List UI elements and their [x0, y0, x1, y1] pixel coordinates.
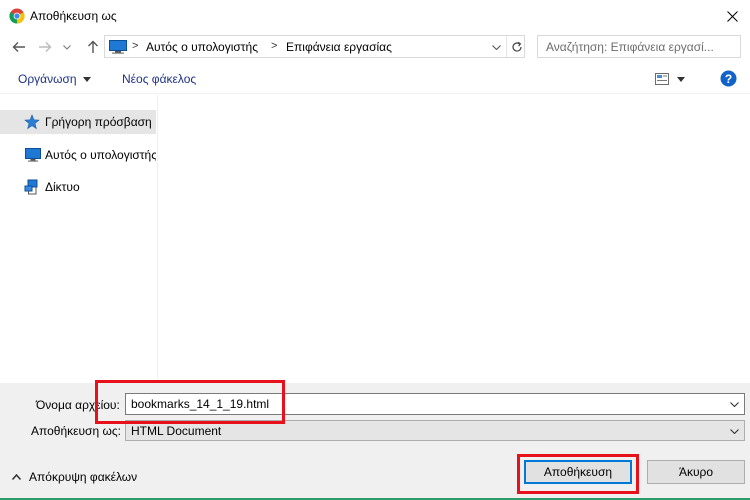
star-icon: [24, 114, 40, 130]
close-icon: [726, 10, 738, 22]
savetype-dropdown-button[interactable]: [727, 424, 741, 438]
help-icon: ?: [720, 70, 737, 87]
recent-locations-button[interactable]: [60, 37, 74, 57]
view-options-button[interactable]: [655, 71, 691, 87]
save-panel: Όνομα αρχείου: bookmarks_14_1_19.html Απ…: [0, 383, 750, 500]
svg-text:?: ?: [725, 72, 732, 86]
sidebar-item-this-pc[interactable]: Αυτός ο υπολογιστής: [0, 143, 156, 167]
sidebar-item-label: Δίκτυο: [45, 180, 80, 194]
organize-label: Οργάνωση: [18, 72, 77, 86]
savetype-value: HTML Document: [131, 424, 222, 438]
breadcrumb-desktop[interactable]: Επιφάνεια εργασίας: [286, 40, 392, 54]
savetype-select[interactable]: HTML Document: [125, 420, 745, 441]
sidebar-item-network[interactable]: Δίκτυο: [0, 175, 156, 199]
title-bar: Αποθήκευση ως: [0, 0, 750, 32]
sidebar-item-label: Γρήγορη πρόσβαση: [45, 115, 152, 129]
breadcrumb-separator-icon: >: [271, 40, 278, 52]
filename-label: Όνομα αρχείου:: [36, 398, 120, 412]
address-bar[interactable]: > Αυτός ο υπολογιστής > Επιφάνεια εργασί…: [104, 35, 525, 58]
chevron-up-icon: [12, 474, 21, 480]
window-title: Αποθήκευση ως: [30, 9, 117, 23]
new-folder-button[interactable]: Νέος φάκελος: [122, 72, 196, 86]
chevron-down-icon: [729, 401, 739, 407]
back-button[interactable]: [9, 37, 29, 57]
help-button[interactable]: ?: [720, 70, 737, 90]
chevron-down-icon: [63, 44, 71, 50]
triangle-down-icon: [82, 76, 91, 82]
savetype-label: Αποθήκευση ως:: [31, 424, 121, 438]
arrow-up-icon: [88, 40, 98, 53]
navigation-pane: Γρήγορη πρόσβαση Αυτός ο υπολογιστής Δίκ…: [0, 95, 158, 383]
filename-dropdown-button[interactable]: [727, 397, 741, 411]
organize-button[interactable]: Οργάνωση: [18, 72, 91, 86]
network-icon: [24, 179, 38, 195]
chevron-down-icon: [729, 428, 739, 434]
filename-input[interactable]: bookmarks_14_1_19.html: [125, 393, 745, 415]
refresh-icon: [511, 41, 522, 52]
save-label: Αποθήκευση: [543, 465, 613, 479]
hide-folders-button[interactable]: Απόκρυψη φακέλων: [12, 470, 137, 484]
address-history-dropdown[interactable]: [488, 38, 504, 56]
forward-button[interactable]: [35, 37, 55, 57]
filename-value: bookmarks_14_1_19.html: [131, 397, 270, 411]
refresh-button[interactable]: [506, 36, 526, 57]
chrome-icon: [9, 8, 25, 24]
view-icon: [655, 73, 669, 85]
file-list[interactable]: [159, 95, 750, 383]
search-placeholder: Αναζήτηση: Επιφάνεια εργασί...: [546, 40, 714, 54]
cancel-label: Άκυρο: [678, 465, 714, 479]
sidebar-item-label: Αυτός ο υπολογιστής: [45, 148, 156, 162]
breadcrumb-this-pc[interactable]: Αυτός ο υπολογιστής: [146, 40, 258, 54]
computer-icon: [109, 40, 127, 54]
cancel-button[interactable]: Άκυρο: [647, 460, 745, 484]
hide-folders-label: Απόκρυψη φακέλων: [29, 470, 138, 484]
chevron-down-icon: [491, 44, 501, 50]
save-button[interactable]: Αποθήκευση: [524, 460, 632, 484]
arrow-right-icon: [39, 42, 52, 52]
triangle-down-icon: [677, 76, 685, 82]
search-input[interactable]: Αναζήτηση: Επιφάνεια εργασί...: [537, 35, 741, 58]
up-button[interactable]: [83, 37, 103, 57]
close-button[interactable]: [714, 0, 750, 32]
computer-icon: [25, 148, 41, 162]
toolbar: Οργάνωση Νέος φάκελος: [0, 64, 750, 94]
arrow-left-icon: [12, 42, 25, 52]
breadcrumb-separator-icon: >: [132, 40, 139, 52]
sidebar-item-quick-access[interactable]: Γρήγορη πρόσβαση: [0, 110, 156, 134]
